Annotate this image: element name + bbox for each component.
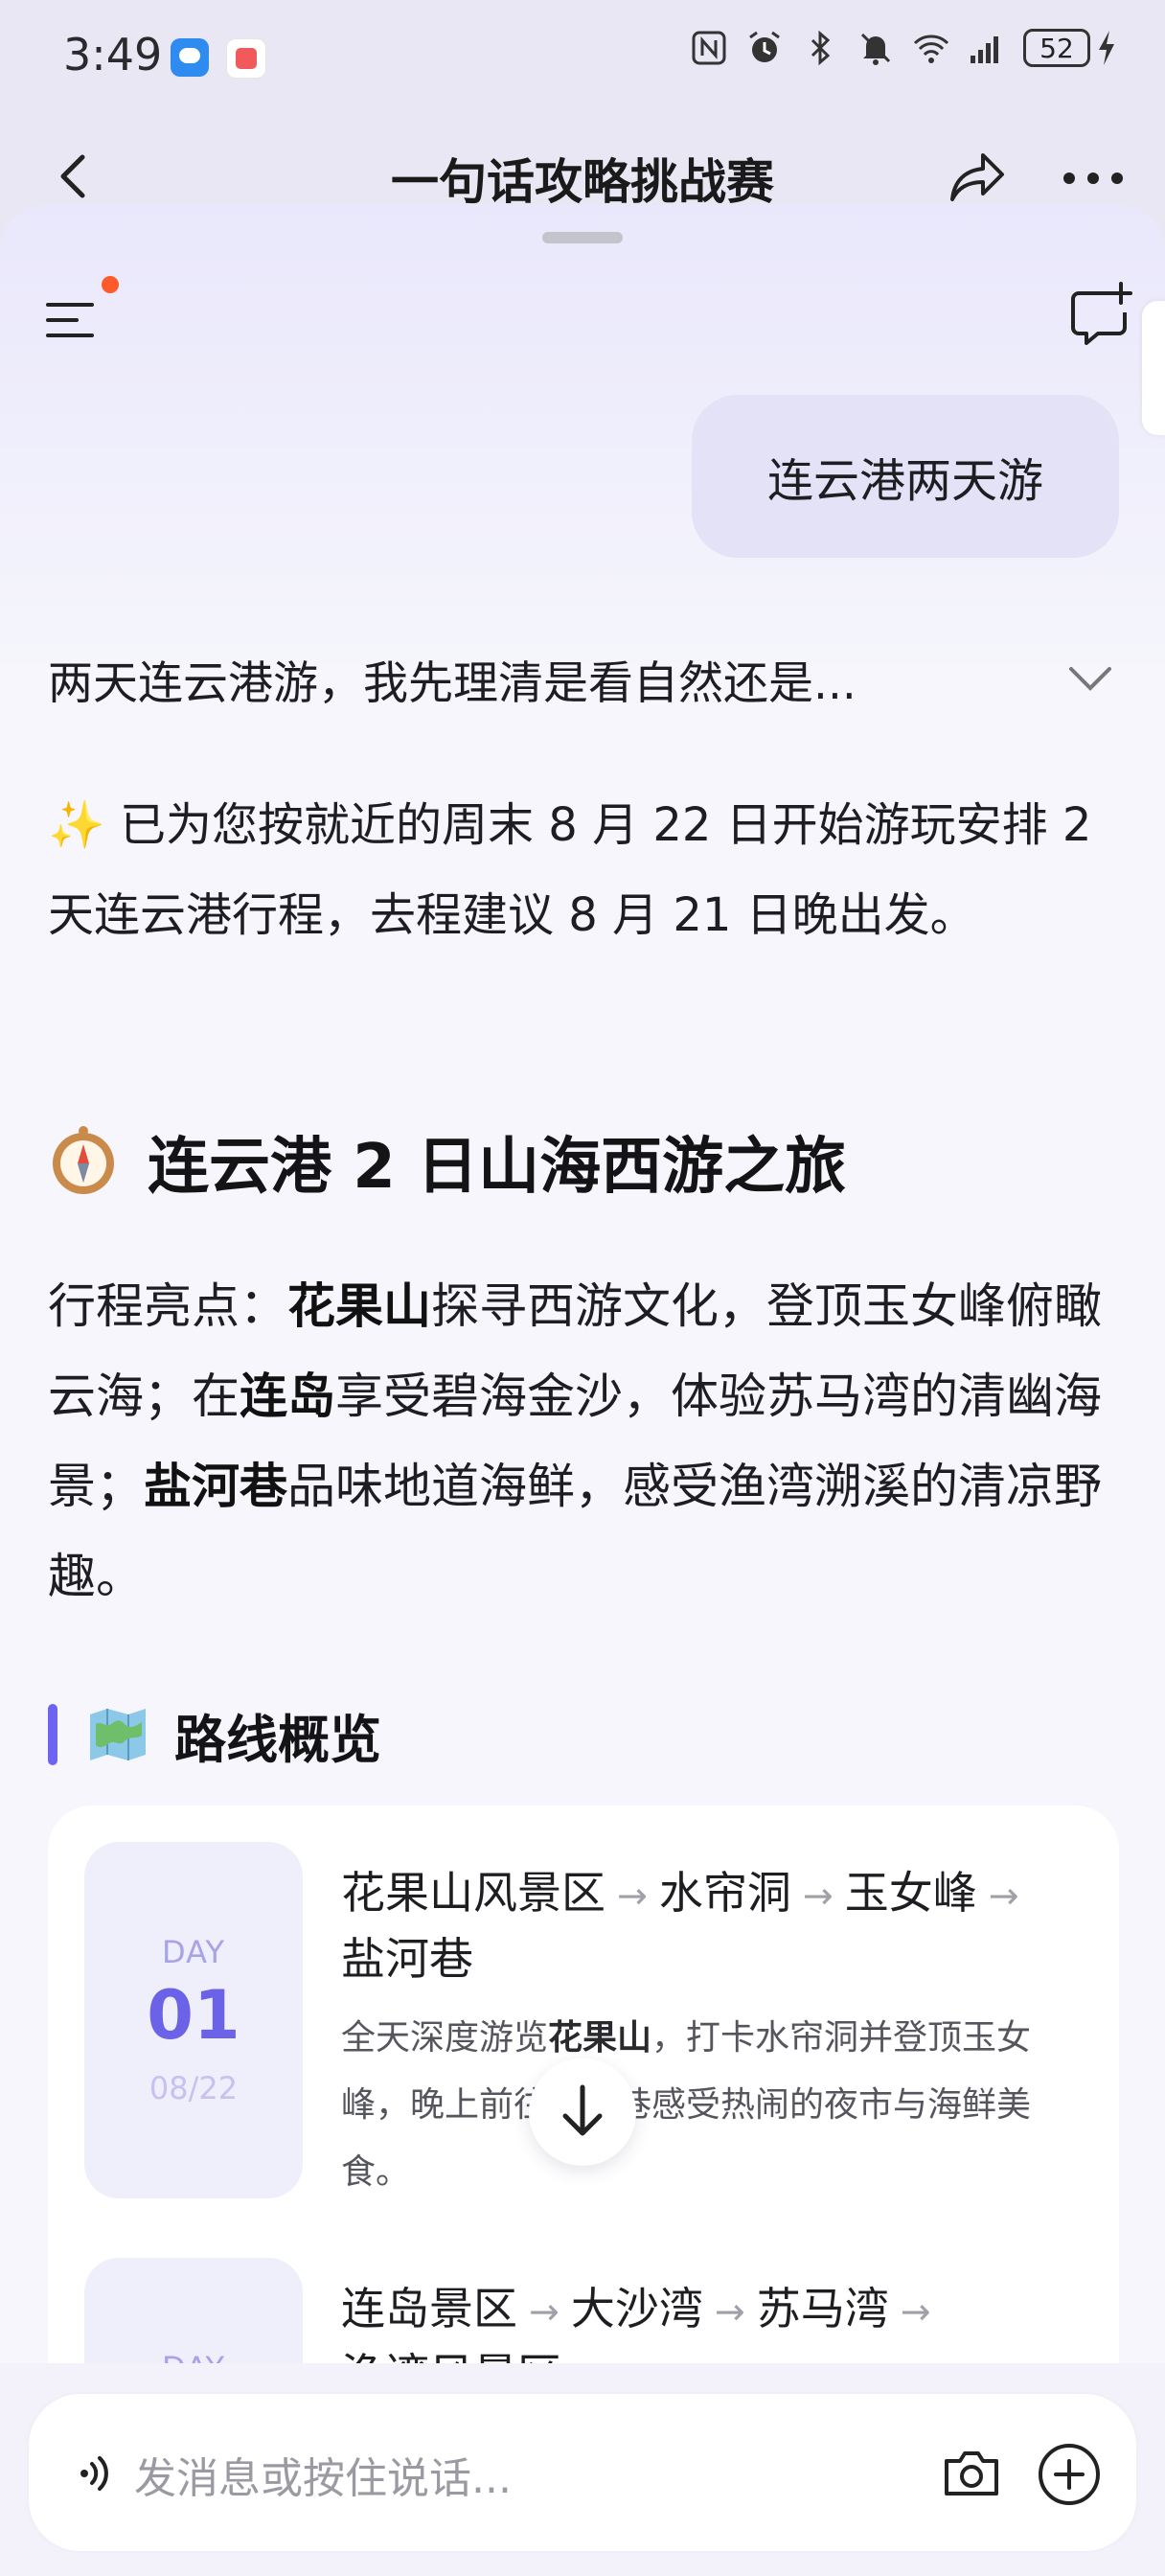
- user-message-bubble: 连云港两天游: [692, 395, 1119, 558]
- thinking-summary-text: 两天连云港游，我先理清是看自然还是...: [48, 657, 857, 710]
- message-input-placeholder[interactable]: 发消息或按住说话...: [134, 2444, 512, 2505]
- map-icon: [90, 1709, 146, 1760]
- route-stop: 盐河巷: [341, 1933, 473, 1985]
- highlight-bold: 连岛: [240, 1368, 335, 1424]
- compass-icon: [53, 1126, 114, 1194]
- route-stop: 大沙湾: [570, 2283, 703, 2334]
- trip-title-text: 连云港 2 日山海西游之旅: [148, 1132, 847, 1203]
- highlight-bold: 花果山: [287, 1278, 431, 1334]
- status-icons: 52: [690, 29, 1117, 67]
- route-stop: 连岛景区: [341, 2283, 517, 2334]
- arrow-right-icon: →: [802, 1874, 834, 1917]
- day-description: 全天深度游览花果山，打卡水帘洞并登顶玉女峰，晚上前往盐河巷感受热闹的夜市与海鲜美…: [341, 2005, 1088, 2206]
- day-badge: DAY 01 08/22: [84, 1842, 303, 2198]
- arrow-down-icon: [562, 2084, 603, 2136]
- route-stop: 苏马湾: [756, 2283, 889, 2334]
- route-stop: 花果山风景区: [341, 1867, 605, 1919]
- section-title: 路线概览: [174, 1709, 381, 1770]
- scroll-to-bottom-button[interactable]: [529, 2058, 636, 2166]
- arrow-right-icon: →: [714, 2290, 745, 2333]
- day-desc-bold: 花果山: [548, 2018, 652, 2058]
- route-stop: 玉女峰: [844, 1867, 977, 1919]
- arrow-right-icon: →: [617, 1874, 648, 1917]
- sparkle-icon: ✨: [48, 798, 105, 852]
- share-icon[interactable]: [947, 146, 1010, 209]
- day-date: 08/22: [148, 2070, 239, 2106]
- charging-icon: [1099, 31, 1114, 65]
- battery-indicator: 52: [1023, 29, 1117, 67]
- highlights-paragraph: 行程亮点：花果山探寻西游文化，登顶玉女峰俯瞰云海；在连岛享受碧海金沙，体验苏马湾…: [48, 1261, 1131, 1622]
- arrow-right-icon: →: [900, 2290, 931, 2333]
- route-stop: 水帘洞: [658, 1867, 791, 1919]
- chat-sheet: 连云港两天游 两天连云港游，我先理清是看自然还是... ✨ 已为您按就近的周末 …: [0, 205, 1165, 2576]
- status-time: 3:49: [63, 29, 163, 80]
- signal-icon: [971, 36, 998, 63]
- route-section-header: 路线概览: [48, 1696, 381, 1773]
- composer-area: 发消息或按住说话...: [0, 2363, 1165, 2576]
- voice-wave-icon[interactable]: [77, 2451, 121, 2496]
- thinking-summary[interactable]: 两天连云港游，我先理清是看自然还是...: [48, 627, 1117, 723]
- more-icon[interactable]: [1062, 169, 1125, 188]
- battery-level: 52: [1023, 29, 1090, 67]
- camera-icon[interactable]: [939, 2442, 1004, 2507]
- day-desc-text: 全天深度游览: [341, 2018, 549, 2058]
- arrow-right-icon: →: [988, 1874, 1019, 1917]
- highlight-bold: 盐河巷: [144, 1459, 287, 1514]
- bluetooth-icon: [811, 30, 831, 66]
- alarm-icon: [749, 31, 780, 62]
- intro-paragraph: ✨ 已为您按就近的周末 8 月 22 日开始游玩安排 2 天连云港行程，去程建议…: [48, 780, 1131, 960]
- chevron-down-icon[interactable]: [1067, 665, 1113, 692]
- day-label: DAY: [161, 1934, 226, 1970]
- add-attachment-icon[interactable]: [1037, 2442, 1102, 2507]
- nfc-icon: [692, 31, 726, 65]
- notification-dot: [102, 276, 119, 293]
- message-app-icon: [171, 38, 209, 77]
- day-number: 01: [147, 1976, 240, 2055]
- day-route-stops: 花果山风景区 → 水帘洞 → 玉女峰 → 盐河巷: [341, 1861, 1079, 1990]
- side-edge-tab[interactable]: [1142, 301, 1165, 435]
- drag-handle[interactable]: [542, 232, 623, 243]
- calendar-app-icon: [226, 38, 266, 79]
- arrow-right-icon: →: [529, 2290, 560, 2333]
- menu-icon[interactable]: [44, 291, 102, 349]
- highlights-text: 行程亮点：: [48, 1278, 287, 1334]
- new-chat-icon[interactable]: [1065, 280, 1134, 349]
- wifi-icon: [913, 34, 949, 63]
- message-input-bar[interactable]: 发消息或按住说话...: [29, 2394, 1136, 2551]
- mute-icon: [860, 33, 891, 65]
- intro-text: 已为您按就近的周末 8 月 22 日开始游玩安排 2 天连云港行程，去程建议 8…: [48, 798, 1092, 942]
- status-bar: 3:49 52: [0, 0, 1165, 115]
- section-accent-bar: [48, 1704, 57, 1765]
- trip-title: 连云港 2 日山海西游之旅: [48, 1117, 846, 1206]
